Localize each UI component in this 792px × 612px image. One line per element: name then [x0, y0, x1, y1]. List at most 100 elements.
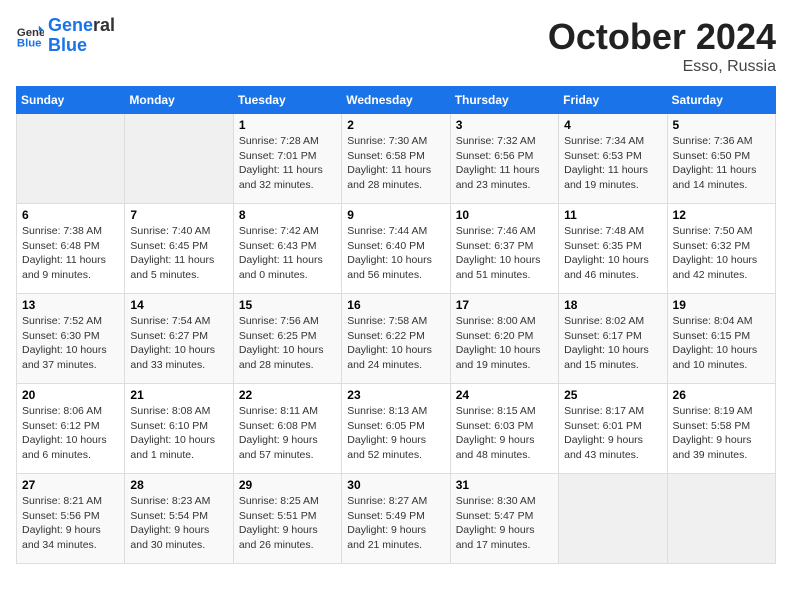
- day-info: Sunrise: 7:52 AM Sunset: 6:30 PM Dayligh…: [22, 314, 119, 373]
- calendar-cell: 16 Sunrise: 7:58 AM Sunset: 6:22 PM Dayli…: [342, 294, 450, 384]
- day-number: 16: [347, 298, 444, 312]
- day-info: Sunrise: 8:02 AM Sunset: 6:17 PM Dayligh…: [564, 314, 661, 373]
- calendar-cell: 24Sunrise: 8:15 AM Sunset: 6:03 PM Dayli…: [450, 384, 558, 474]
- calendar-week-row: 13 Sunrise: 7:52 AM Sunset: 6:30 PM Dayli…: [17, 294, 776, 384]
- day-info: Sunrise: 8:17 AM Sunset: 6:01 PM Dayligh…: [564, 404, 661, 463]
- calendar-cell: 1Sunrise: 7:28 AM Sunset: 7:01 PM Daylig…: [233, 114, 341, 204]
- calendar-cell: [17, 114, 125, 204]
- day-number: 13: [22, 298, 119, 312]
- calendar-cell: 25 Sunrise: 8:17 AM Sunset: 6:01 PM Dayli…: [559, 384, 667, 474]
- calendar-cell: 10 Sunrise: 7:46 AM Sunset: 6:37 PM Dayli…: [450, 204, 558, 294]
- calendar-cell: 8 Sunrise: 7:42 AM Sunset: 6:43 PM Daylig…: [233, 204, 341, 294]
- calendar-table: SundayMondayTuesdayWednesdayThursdayFrid…: [16, 86, 776, 564]
- day-info: Sunrise: 8:19 AM Sunset: 5:58 PM Dayligh…: [673, 404, 770, 463]
- calendar-cell: [125, 114, 233, 204]
- location: Esso, Russia: [548, 58, 776, 76]
- calendar-cell: 6 Sunrise: 7:38 AM Sunset: 6:48 PM Daylig…: [17, 204, 125, 294]
- day-number: 14: [130, 298, 227, 312]
- day-number: 6: [22, 208, 119, 222]
- day-info: Sunrise: 8:06 AM Sunset: 6:12 PM Dayligh…: [22, 404, 119, 463]
- day-number: 28: [130, 478, 227, 492]
- calendar-week-row: 6 Sunrise: 7:38 AM Sunset: 6:48 PM Daylig…: [17, 204, 776, 294]
- day-info: Sunrise: 8:15 AM Sunset: 6:03 PM Dayligh…: [456, 404, 553, 463]
- weekday-header: Monday: [125, 87, 233, 114]
- day-number: 21: [130, 388, 227, 402]
- logo: Gene Blue GeneralBlue: [16, 16, 115, 56]
- day-number: 12: [673, 208, 770, 222]
- calendar-cell: 2 Sunrise: 7:30 AM Sunset: 6:58 PM Daylig…: [342, 114, 450, 204]
- day-info: Sunrise: 8:13 AM Sunset: 6:05 PM Dayligh…: [347, 404, 444, 463]
- day-info: Sunrise: 7:30 AM Sunset: 6:58 PM Dayligh…: [347, 134, 444, 193]
- day-info: Sunrise: 8:00 AM Sunset: 6:20 PM Dayligh…: [456, 314, 553, 373]
- day-number: 4: [564, 118, 661, 132]
- day-info: Sunrise: 7:56 AM Sunset: 6:25 PM Dayligh…: [239, 314, 336, 373]
- month-title: October 2024: [548, 16, 776, 58]
- weekday-header: Friday: [559, 87, 667, 114]
- calendar-cell: 29 Sunrise: 8:25 AM Sunset: 5:51 PM Dayli…: [233, 474, 341, 564]
- day-info: Sunrise: 7:34 AM Sunset: 6:53 PM Dayligh…: [564, 134, 661, 193]
- calendar-cell: 30 Sunrise: 8:27 AM Sunset: 5:49 PM Dayli…: [342, 474, 450, 564]
- day-number: 2: [347, 118, 444, 132]
- day-number: 26: [673, 388, 770, 402]
- day-number: 1: [239, 118, 336, 132]
- calendar-cell: 28Sunrise: 8:23 AM Sunset: 5:54 PM Dayli…: [125, 474, 233, 564]
- calendar-cell: 20 Sunrise: 8:06 AM Sunset: 6:12 PM Dayli…: [17, 384, 125, 474]
- calendar-cell: 19 Sunrise: 8:04 AM Sunset: 6:15 PM Dayli…: [667, 294, 775, 384]
- calendar-cell: 17 Sunrise: 8:00 AM Sunset: 6:20 PM Dayli…: [450, 294, 558, 384]
- day-number: 20: [22, 388, 119, 402]
- day-info: Sunrise: 8:27 AM Sunset: 5:49 PM Dayligh…: [347, 494, 444, 553]
- calendar-cell: 9 Sunrise: 7:44 AM Sunset: 6:40 PM Daylig…: [342, 204, 450, 294]
- day-info: Sunrise: 7:36 AM Sunset: 6:50 PM Dayligh…: [673, 134, 770, 193]
- calendar-cell: 12Sunrise: 7:50 AM Sunset: 6:32 PM Dayli…: [667, 204, 775, 294]
- calendar-cell: 4 Sunrise: 7:34 AM Sunset: 6:53 PM Daylig…: [559, 114, 667, 204]
- calendar-cell: 14 Sunrise: 7:54 AM Sunset: 6:27 PM Dayli…: [125, 294, 233, 384]
- day-number: 8: [239, 208, 336, 222]
- calendar-cell: 3Sunrise: 7:32 AM Sunset: 6:56 PM Daylig…: [450, 114, 558, 204]
- calendar-cell: 5Sunrise: 7:36 AM Sunset: 6:50 PM Daylig…: [667, 114, 775, 204]
- day-number: 11: [564, 208, 661, 222]
- calendar-cell: 15 Sunrise: 7:56 AM Sunset: 6:25 PM Dayli…: [233, 294, 341, 384]
- day-number: 17: [456, 298, 553, 312]
- day-info: Sunrise: 7:54 AM Sunset: 6:27 PM Dayligh…: [130, 314, 227, 373]
- calendar-week-row: 20 Sunrise: 8:06 AM Sunset: 6:12 PM Dayli…: [17, 384, 776, 474]
- day-number: 10: [456, 208, 553, 222]
- logo-icon: Gene Blue: [16, 22, 44, 50]
- day-number: 7: [130, 208, 227, 222]
- day-info: Sunrise: 7:42 AM Sunset: 6:43 PM Dayligh…: [239, 224, 336, 283]
- calendar-cell: 22Sunrise: 8:11 AM Sunset: 6:08 PM Dayli…: [233, 384, 341, 474]
- day-info: Sunrise: 8:25 AM Sunset: 5:51 PM Dayligh…: [239, 494, 336, 553]
- day-number: 23: [347, 388, 444, 402]
- weekday-header: Thursday: [450, 87, 558, 114]
- calendar-cell: 27Sunrise: 8:21 AM Sunset: 5:56 PM Dayli…: [17, 474, 125, 564]
- day-number: 18: [564, 298, 661, 312]
- calendar-cell: 21Sunrise: 8:08 AM Sunset: 6:10 PM Dayli…: [125, 384, 233, 474]
- calendar-cell: 23 Sunrise: 8:13 AM Sunset: 6:05 PM Dayli…: [342, 384, 450, 474]
- calendar-week-row: 27Sunrise: 8:21 AM Sunset: 5:56 PM Dayli…: [17, 474, 776, 564]
- day-number: 9: [347, 208, 444, 222]
- weekday-header: Wednesday: [342, 87, 450, 114]
- day-info: Sunrise: 7:48 AM Sunset: 6:35 PM Dayligh…: [564, 224, 661, 283]
- day-info: Sunrise: 7:38 AM Sunset: 6:48 PM Dayligh…: [22, 224, 119, 283]
- day-number: 30: [347, 478, 444, 492]
- day-number: 19: [673, 298, 770, 312]
- calendar-cell: 31Sunrise: 8:30 AM Sunset: 5:47 PM Dayli…: [450, 474, 558, 564]
- day-info: Sunrise: 7:44 AM Sunset: 6:40 PM Dayligh…: [347, 224, 444, 283]
- logo-text: GeneralBlue: [48, 16, 115, 56]
- page-header: Gene Blue GeneralBlue October 2024 Esso,…: [16, 16, 776, 76]
- calendar-cell: [667, 474, 775, 564]
- calendar-cell: 11 Sunrise: 7:48 AM Sunset: 6:35 PM Dayli…: [559, 204, 667, 294]
- svg-text:Blue: Blue: [17, 37, 42, 49]
- day-info: Sunrise: 7:46 AM Sunset: 6:37 PM Dayligh…: [456, 224, 553, 283]
- day-info: Sunrise: 7:32 AM Sunset: 6:56 PM Dayligh…: [456, 134, 553, 193]
- calendar-cell: [559, 474, 667, 564]
- day-info: Sunrise: 8:04 AM Sunset: 6:15 PM Dayligh…: [673, 314, 770, 373]
- day-number: 29: [239, 478, 336, 492]
- day-info: Sunrise: 8:21 AM Sunset: 5:56 PM Dayligh…: [22, 494, 119, 553]
- day-info: Sunrise: 7:40 AM Sunset: 6:45 PM Dayligh…: [130, 224, 227, 283]
- day-number: 15: [239, 298, 336, 312]
- calendar-week-row: 1Sunrise: 7:28 AM Sunset: 7:01 PM Daylig…: [17, 114, 776, 204]
- day-number: 25: [564, 388, 661, 402]
- day-info: Sunrise: 7:58 AM Sunset: 6:22 PM Dayligh…: [347, 314, 444, 373]
- weekday-header: Tuesday: [233, 87, 341, 114]
- title-area: October 2024 Esso, Russia: [548, 16, 776, 76]
